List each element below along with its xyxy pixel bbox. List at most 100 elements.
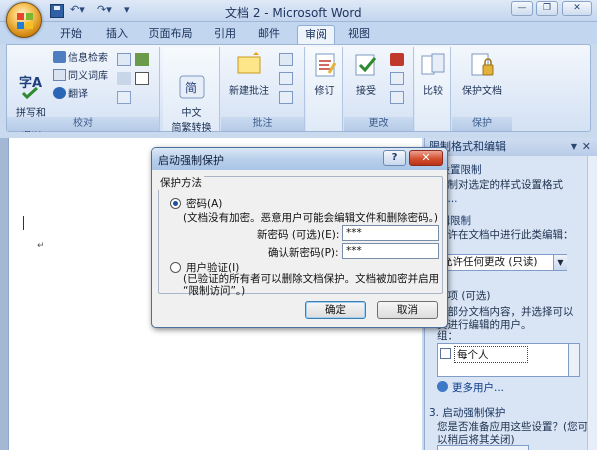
research-icon <box>53 51 66 63</box>
new-password-label: 新密码 (可选)(E): <box>257 229 340 241</box>
undo-button[interactable]: ↶▾ <box>70 3 94 19</box>
text-caret <box>23 216 24 230</box>
exceptions-title: 外项 (可选) <box>437 290 491 302</box>
reject-icon[interactable] <box>390 53 404 66</box>
pane-scrollbar[interactable] <box>587 156 597 450</box>
help-button[interactable]: ? <box>383 150 406 166</box>
maximize-button[interactable]: ❐ <box>536 1 558 16</box>
translate-tip-icon[interactable] <box>117 91 131 104</box>
delete-comment-icon[interactable] <box>279 53 293 66</box>
dialog-title-bar: 启动强制保护 ? ✕ <box>152 148 447 170</box>
ribbon-tabs: 开始 插入 页面布局 引用 邮件 审阅 视图 <box>0 22 597 44</box>
save-icon[interactable] <box>50 4 64 18</box>
tab-insert[interactable]: 插入 <box>100 25 134 44</box>
tab-mailings[interactable]: 邮件 <box>252 25 286 44</box>
more-users-link[interactable]: 更多用户... <box>437 380 504 395</box>
user-authentication-radio[interactable] <box>170 262 181 273</box>
tab-review[interactable]: 审阅 <box>297 25 335 44</box>
editing-restrictions-text: 允许在文档中进行此类编辑： <box>437 229 574 241</box>
spelling-icon: 字A <box>17 62 45 100</box>
password-note: (文档没有加密。恶意用户可能会编辑文件和删除密码。) <box>183 212 438 224</box>
start-enforcing-protection-dialog: 启动强制保护 ? ✕ 保护方法 密码(A) (文档没有加密。恶意用户可能会编辑文… <box>151 147 448 328</box>
tab-references[interactable]: 引用 <box>208 25 242 44</box>
proofing-group-label: 校对 <box>7 117 159 131</box>
tab-home[interactable]: 开始 <box>52 25 90 44</box>
tab-view[interactable]: 视图 <box>342 25 376 44</box>
thesaurus-icon <box>53 69 66 81</box>
dialog-title: 启动强制保护 <box>158 154 224 167</box>
user-authentication-note: (已验证的所有者可以删除文档保护。文档被加密并启用 “限制访问”。) <box>183 273 440 297</box>
formatting-restrictions-text: 限制对选定的样式设置格式 <box>437 179 563 191</box>
restrict-formatting-pane: 限制格式和编辑 ▼ ✕ 式设置限制 限制对选定的样式设置格式 置... 编辑限制… <box>424 138 597 450</box>
start-enforcement-title: 3. 启动强制保护 <box>429 407 506 419</box>
translate-button[interactable]: 翻译 <box>53 87 88 103</box>
research-button[interactable]: 信息检索 <box>53 51 108 67</box>
ribbon: 字A 拼写和 语法 信息检索 同义词库 翻译 校对 简 中文 简繁转换 <box>6 44 591 134</box>
minimize-button[interactable]: — <box>511 1 533 16</box>
window-title: 文档 2 - Microsoft Word <box>225 6 362 20</box>
thesaurus-button[interactable]: 同义词库 <box>53 69 108 85</box>
cancel-button[interactable]: 取消 <box>377 301 438 319</box>
editing-type-select[interactable]: 允许任何更改 (只读) <box>439 254 567 271</box>
language-icon[interactable] <box>117 72 131 85</box>
svg-text:简: 简 <box>185 81 197 95</box>
protect-document-icon <box>468 51 496 79</box>
new-comment-button[interactable]: 新建批注 <box>224 51 274 97</box>
formatting-settings-link[interactable]: 置... <box>437 193 595 206</box>
track-changes-button[interactable]: 修订 <box>308 51 341 97</box>
chevron-down-icon[interactable]: ▼ <box>553 255 567 270</box>
ok-button[interactable]: 确定 <box>305 301 366 319</box>
chinese-convert-icon: 简 <box>178 62 206 99</box>
groups-list[interactable]: 每个人 <box>437 343 580 377</box>
compare-icon <box>419 51 447 79</box>
word-count-icon[interactable] <box>117 53 131 66</box>
new-comment-icon <box>235 51 263 79</box>
tracking-group: 修订 <box>306 47 343 131</box>
changes-group: 接受 更改 <box>344 47 414 131</box>
pane-menu-icon[interactable]: ▼ <box>571 142 577 151</box>
translate-icon <box>53 87 66 99</box>
start-enforcement-button[interactable] <box>437 445 529 450</box>
chinese-conversion-group: 简 中文 简繁转换 <box>163 47 220 134</box>
office-button[interactable] <box>6 2 42 38</box>
confirm-password-label: 确认新密码(P): <box>268 247 339 259</box>
exceptions-text: 择部分文档内容，并选择可以 其进行编辑的用户。 <box>437 306 574 331</box>
protect-document-button[interactable]: 保护文档 <box>454 51 510 97</box>
track-changes-icon <box>311 51 339 79</box>
previous-comment-icon[interactable] <box>279 72 293 85</box>
password-radio[interactable] <box>170 198 181 209</box>
abc-count-icon[interactable] <box>135 72 149 85</box>
compare-button[interactable]: 比较 <box>417 51 449 97</box>
set-language-icon[interactable] <box>135 53 149 66</box>
paragraph-mark: ↵ <box>37 241 45 251</box>
next-change-icon[interactable] <box>390 91 404 104</box>
previous-change-icon[interactable] <box>390 72 404 85</box>
office-logo-icon <box>17 13 33 29</box>
accept-icon <box>352 51 380 79</box>
protect-group-label: 保护 <box>452 117 512 131</box>
comments-group: 新建批注 批注 <box>221 47 305 131</box>
everyone-checkbox[interactable] <box>440 348 451 359</box>
chinese-conversion-button[interactable]: 简 中文 简繁转换 <box>165 51 218 134</box>
groups-scrollbar[interactable] <box>568 343 580 377</box>
confirm-password-input[interactable]: *** <box>342 243 439 259</box>
comments-group-label: 批注 <box>221 117 304 131</box>
next-comment-icon[interactable] <box>279 91 293 104</box>
protection-method-label: 保护方法 <box>158 175 204 190</box>
dialog-close-button[interactable]: ✕ <box>409 150 443 166</box>
compare-group: 比较 <box>415 47 451 131</box>
group-everyone-item[interactable]: 每个人 <box>440 346 528 363</box>
customize-qat-button[interactable]: ▾ <box>124 3 136 19</box>
accept-button[interactable]: 接受 <box>347 51 385 97</box>
tab-page-layout[interactable]: 页面布局 <box>143 25 198 44</box>
svg-text:字A: 字A <box>19 75 42 91</box>
redo-button[interactable]: ↷▾ <box>97 3 121 19</box>
pane-close-icon[interactable]: ✕ <box>582 140 591 153</box>
title-bar: ↶▾ ↷▾ ▾ 文档 2 - Microsoft Word — ❐ ✕ <box>0 0 597 22</box>
groups-label: 组： <box>437 330 458 342</box>
start-enforcement-text: 您是否准备应用这些设置？(您可以稍后将其关闭) <box>437 421 589 446</box>
new-password-input[interactable]: *** <box>342 225 439 241</box>
users-icon <box>437 381 448 392</box>
close-window-button[interactable]: ✕ <box>562 1 592 16</box>
password-option-label[interactable]: 密码(A) <box>186 196 222 211</box>
